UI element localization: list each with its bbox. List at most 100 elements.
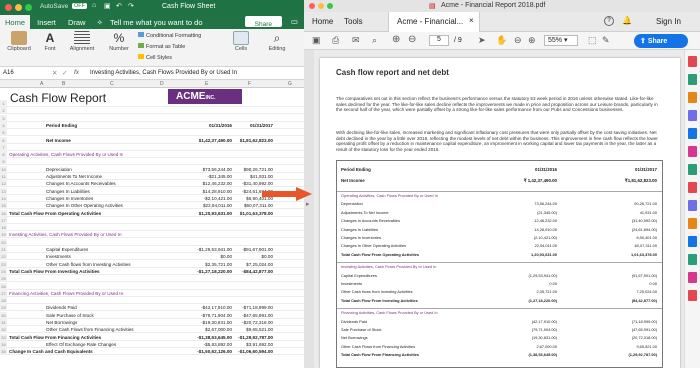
value-2017[interactable]: -$1,06,60,594.00 [223, 348, 273, 355]
value-2017[interactable]: $60,07,311.00 [223, 202, 273, 209]
sheet-row[interactable]: 13 Changes In Liabilities $14,28,910.00 -$2… [0, 187, 304, 195]
zoom-in-icon[interactable]: ⊕ [528, 35, 536, 46]
row-number[interactable]: 6 [0, 136, 7, 144]
bell-icon[interactable]: 🔔 [622, 16, 632, 25]
close-tab-icon[interactable]: × [469, 16, 474, 25]
font-group[interactable]: A Font [38, 29, 62, 52]
value-2017[interactable]: $9,65,521.00 [223, 326, 273, 333]
row-number[interactable]: 17 [0, 216, 7, 224]
row-number[interactable]: 34 [0, 340, 7, 348]
sheet-row[interactable]: 12 Changes In Accounts Receivables $12,46,… [0, 180, 304, 188]
sheet-row[interactable]: 11 Adjustments To Net Income -$21,345.00 $4… [0, 173, 304, 180]
sheet-row[interactable]: 34 Effect Of Exchange Rate Changes -$5,83,… [0, 340, 304, 348]
sheet-row[interactable]: 29 Dividends Paid -$42,17,910.00 -$71,18,99… [0, 304, 304, 312]
sheet-row[interactable]: 26 [0, 282, 304, 290]
undo-icon[interactable]: ↶ [116, 2, 122, 10]
row-number[interactable]: 20 [0, 238, 7, 246]
sheet-row[interactable]: 16 Total Cash Flow From Operating Activit… [0, 209, 304, 217]
value-2017[interactable]: 01/31/2017 [223, 122, 273, 129]
row-number[interactable]: 7 [0, 143, 7, 151]
protect-icon[interactable] [688, 182, 697, 193]
sheet-row[interactable]: 24 Total Cash Flow From Investing Activit… [0, 267, 304, 275]
sheet-row[interactable]: 9 [0, 158, 304, 166]
tab-document[interactable]: Acme - Financial... × [388, 12, 480, 32]
row-label[interactable]: Investments [46, 253, 71, 260]
row-number[interactable]: 22 [0, 253, 7, 261]
col-a[interactable]: A [40, 81, 43, 87]
cancel-icon[interactable]: ✕ [52, 69, 57, 77]
fill-sign-icon[interactable] [688, 200, 697, 211]
row-number[interactable]: 23 [0, 260, 7, 268]
row-number[interactable]: 2 [0, 107, 7, 115]
row-number[interactable]: 18 [0, 224, 7, 232]
row-number[interactable]: 31 [0, 319, 7, 326]
sheet-row[interactable]: 28 [0, 297, 304, 305]
row-number[interactable]: 1 [0, 100, 7, 107]
value-2017[interactable]: -$71,18,999.00 [223, 304, 273, 311]
value-2017[interactable]: $0.00 [223, 253, 274, 260]
close-window-button[interactable] [309, 3, 315, 9]
minimize-window-button[interactable] [15, 4, 22, 11]
row-number[interactable]: 30 [0, 311, 7, 319]
sign-in-link[interactable]: Sign In [656, 17, 681, 26]
print-icon[interactable]: ⎙ [332, 35, 339, 46]
clipboard-group[interactable]: Clipboard [2, 29, 36, 52]
row-number[interactable]: 25 [0, 275, 7, 283]
row-label[interactable]: Operating Activities, Cash Flows Provide… [9, 151, 123, 158]
row-number[interactable]: 28 [0, 297, 7, 305]
sheet-row[interactable]: 20 [0, 238, 304, 246]
share-button[interactable]: Share [244, 16, 282, 28]
certificates-icon[interactable] [688, 272, 697, 283]
formula-input[interactable]: Investing Activities, Cash Flows Provide… [90, 70, 237, 76]
value-2017[interactable]: -$91,67,901.00 [223, 246, 273, 253]
row-label[interactable]: Other Cash flows from Investing Activiti… [46, 261, 131, 268]
home-icon[interactable]: ⌂ [92, 2, 96, 9]
page-down-icon[interactable]: ⊖ [408, 34, 416, 45]
row-number[interactable]: 35 [0, 348, 7, 356]
sheet-row[interactable]: 8 Operating Activities, Cash Flows Provid… [0, 151, 304, 159]
conditional-formatting-button[interactable]: Conditional Formatting [138, 32, 201, 39]
save-icon[interactable]: ▣ [312, 35, 321, 46]
minimize-window-button[interactable] [318, 3, 324, 9]
fit-page-icon[interactable]: ⬚ [588, 35, 597, 46]
editing-group[interactable]: ⌕ Editing [262, 29, 292, 52]
sheet-row[interactable]: 1 [0, 100, 304, 107]
sheet-row[interactable]: 6 Net Income $1,42,37,490.00 $1,81,62,823.0… [0, 136, 304, 144]
row-number[interactable]: 3 [0, 114, 7, 122]
value-2017[interactable]: $1,01,63,378.00 [223, 210, 273, 217]
create-pdf-icon[interactable] [688, 56, 697, 67]
confirm-icon[interactable]: ✓ [62, 69, 67, 77]
row-number[interactable]: 27 [0, 289, 7, 297]
col-d[interactable]: D [160, 81, 164, 87]
maximize-window-button[interactable] [25, 4, 32, 11]
close-window-button[interactable] [5, 4, 12, 11]
help-icon[interactable]: ? [604, 16, 614, 26]
spreadsheet-grid[interactable]: Cash Flow Report ACMEINC. 1 2 3 4 Period End… [0, 88, 304, 368]
export-pdf-icon[interactable] [688, 92, 697, 103]
row-label[interactable]: Adjustments To Net Income [46, 173, 102, 180]
row-label[interactable]: Total Cash Flow From Operating Activitie… [9, 210, 101, 217]
edit-pdf-icon[interactable] [688, 74, 697, 85]
combine-files-icon[interactable] [688, 128, 697, 139]
sheet-row[interactable]: 32 Other Cash Flows from Financing Activi… [0, 326, 304, 334]
row-number[interactable]: 15 [0, 202, 7, 210]
format-table-button[interactable]: Format as Table [138, 43, 185, 50]
name-box[interactable]: A16 [3, 70, 39, 76]
scan-icon[interactable] [688, 254, 697, 265]
row-number[interactable]: 32 [0, 326, 7, 334]
sheet-row[interactable]: 22 Investments $0.00 $0.00 [0, 253, 304, 261]
number-group[interactable]: % Number [104, 29, 134, 52]
tab-draw[interactable]: Draw [63, 15, 91, 29]
row-label[interactable]: Dividends Paid [46, 304, 77, 311]
row-label[interactable]: Sale Purchase of Stock [46, 312, 94, 319]
pdf-page[interactable]: Cash flow report and net debt The compar… [320, 58, 680, 368]
row-label[interactable]: Financing Activities, Cash Flows Provide… [9, 290, 123, 297]
sheet-row[interactable]: 19 Investing Activities, Cash Flows Provi… [0, 231, 304, 239]
sheet-row[interactable]: 33 Total Cash Flow From Financing Activit… [0, 333, 304, 341]
col-e[interactable]: E [205, 81, 208, 87]
redact-icon[interactable] [688, 164, 697, 175]
row-number[interactable]: 24 [0, 267, 7, 275]
row-number[interactable]: 8 [0, 151, 7, 159]
sheet-row[interactable]: 31 Net Borrowings -$19,30,831.00 -$20,72,31… [0, 319, 304, 326]
row-label[interactable]: Capital Expenditures [46, 246, 88, 253]
